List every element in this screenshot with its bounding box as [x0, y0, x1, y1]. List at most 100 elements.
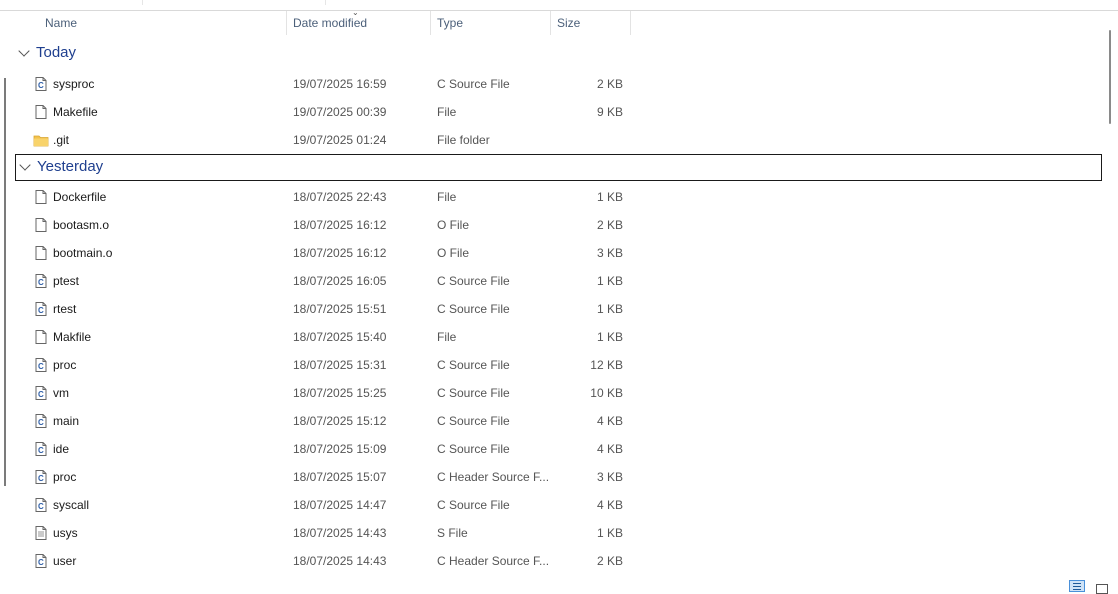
file-type: C Source File: [437, 302, 510, 316]
list-item[interactable]: usys 18/07/2025 14:43 S File 1 KB: [15, 519, 1102, 547]
group-label: Today: [36, 44, 77, 61]
file-date-modified: 18/07/2025 15:25: [293, 386, 387, 400]
file-type: C Header Source F...: [437, 554, 550, 568]
c-file-icon: C: [33, 385, 47, 401]
chevron-down-icon[interactable]: [18, 45, 30, 57]
file-size: 2 KB: [596, 554, 623, 568]
file-date-modified: 18/07/2025 15:40: [293, 330, 387, 344]
c-file-icon: C: [33, 553, 47, 569]
file-name: bootasm.o: [53, 218, 110, 232]
file-date-modified: 18/07/2025 16:12: [293, 218, 387, 232]
list-item[interactable]: Crtest 18/07/2025 15:51 C Source File 1 KB: [15, 295, 1102, 323]
file-type: File: [437, 190, 457, 204]
svg-text:C: C: [38, 278, 44, 287]
file-date-modified: 18/07/2025 14:43: [293, 526, 387, 540]
svg-text:C: C: [38, 306, 44, 315]
list-item[interactable]: .git 19/07/2025 01:24 File folder: [15, 126, 1102, 154]
svg-text:C: C: [38, 390, 44, 399]
file-size: 1 KB: [596, 526, 623, 540]
file-size: 3 KB: [596, 246, 623, 260]
file-date-modified: 19/07/2025 00:39: [293, 105, 387, 119]
large-icons-view-button[interactable]: [1096, 584, 1108, 594]
list-item[interactable]: Makfile 18/07/2025 15:40 File 1 KB: [15, 323, 1102, 351]
c-file-icon: C: [33, 413, 47, 429]
list-item[interactable]: Cide 18/07/2025 15:09 C Source File 4 KB: [15, 435, 1102, 463]
file-name: ide: [53, 442, 70, 456]
file-type: C Source File: [437, 442, 510, 456]
c-file-icon: C: [33, 357, 47, 373]
scrollbar-thumb[interactable]: [1109, 30, 1111, 124]
vertical-scrollbar[interactable]: [1104, 26, 1118, 590]
file-icon: [33, 189, 47, 205]
file-name: Makefile: [53, 105, 98, 119]
file-name: ptest: [53, 274, 80, 288]
sort-descending-icon: ⌄: [352, 8, 359, 17]
svg-text:C: C: [38, 418, 44, 427]
file-name: .git: [53, 133, 70, 147]
column-header-type[interactable]: Type: [431, 11, 551, 35]
svg-text:C: C: [38, 81, 44, 90]
group-label: Yesterday: [37, 158, 104, 175]
file-size: 1 KB: [596, 190, 623, 204]
list-item[interactable]: Makefile 19/07/2025 00:39 File 9 KB: [15, 98, 1102, 126]
list-item[interactable]: Cmain 18/07/2025 15:12 C Source File 4 KB: [15, 407, 1102, 435]
file-type: O File: [437, 218, 470, 232]
c-file-icon: C: [33, 441, 47, 457]
file-date-modified: 18/07/2025 14:43: [293, 554, 387, 568]
file-icon: [33, 217, 47, 233]
c-file-icon: C: [33, 76, 47, 92]
svg-text:C: C: [38, 446, 44, 455]
group-header-yesterday[interactable]: Yesterday: [15, 154, 1102, 181]
list-item[interactable]: bootasm.o 18/07/2025 16:12 O File 2 KB: [15, 211, 1102, 239]
file-name: sysproc: [53, 77, 95, 91]
file-name: usys: [53, 526, 78, 540]
list-item[interactable]: bootmain.o 18/07/2025 16:12 O File 3 KB: [15, 239, 1102, 267]
file-type: File folder: [437, 133, 490, 147]
list-item[interactable]: Cproc 18/07/2025 15:07 C Header Source F..…: [15, 463, 1102, 491]
file-date-modified: 18/07/2025 15:09: [293, 442, 387, 456]
file-size: 4 KB: [596, 442, 623, 456]
file-date-modified: 18/07/2025 16:12: [293, 246, 387, 260]
list-item[interactable]: Dockerfile 18/07/2025 22:43 File 1 KB: [15, 183, 1102, 211]
column-header-row: Name Date modified Type Size ⌄: [0, 8, 1118, 37]
file-name: Dockerfile: [53, 190, 107, 204]
file-name: rtest: [53, 302, 77, 316]
column-header-date-modified[interactable]: Date modified: [287, 11, 431, 35]
file-name: syscall: [53, 498, 90, 512]
file-date-modified: 18/07/2025 16:05: [293, 274, 387, 288]
file-icon: [33, 245, 47, 261]
list-item[interactable]: Cproc 18/07/2025 15:31 C Source File 12 KB: [15, 351, 1102, 379]
file-date-modified: 19/07/2025 01:24: [293, 133, 387, 147]
c-file-icon: C: [33, 301, 47, 317]
file-size: 1 KB: [596, 274, 623, 288]
text-file-icon: [33, 525, 47, 541]
file-size: 1 KB: [596, 330, 623, 344]
file-type: O File: [437, 246, 470, 260]
file-date-modified: 18/07/2025 15:31: [293, 358, 387, 372]
details-view-button[interactable]: [1069, 580, 1085, 592]
c-file-icon: C: [33, 273, 47, 289]
file-size: 2 KB: [596, 77, 623, 91]
c-file-icon: C: [33, 497, 47, 513]
column-header-size[interactable]: Size: [551, 11, 631, 35]
list-item[interactable]: Cptest 18/07/2025 16:05 C Source File 1 KB: [15, 267, 1102, 295]
column-header-name[interactable]: Name: [39, 11, 287, 35]
file-size: 2 KB: [596, 218, 623, 232]
file-list: Today Csysproc 19/07/2025 16:59 C Source Fi…: [0, 40, 1104, 580]
file-date-modified: 18/07/2025 15:12: [293, 414, 387, 428]
list-item[interactable]: Csyscall 18/07/2025 14:47 C Source File 4 K…: [15, 491, 1102, 519]
file-icon: [33, 104, 47, 120]
file-date-modified: 18/07/2025 15:51: [293, 302, 387, 316]
list-item[interactable]: Cvm 18/07/2025 15:25 C Source File 10 KB: [15, 379, 1102, 407]
file-type: C Source File: [437, 414, 510, 428]
file-type: C Source File: [437, 274, 510, 288]
file-type: File: [437, 330, 457, 344]
file-name: Makfile: [53, 330, 92, 344]
file-name: bootmain.o: [53, 246, 113, 260]
file-type: C Source File: [437, 77, 510, 91]
group-header-today[interactable]: Today: [15, 41, 1102, 68]
list-item[interactable]: Cuser 18/07/2025 14:43 C Header Source F..…: [15, 547, 1102, 575]
chevron-down-icon[interactable]: [19, 159, 31, 171]
list-item[interactable]: Csysproc 19/07/2025 16:59 C Source File 2 K…: [15, 70, 1102, 98]
svg-text:C: C: [38, 502, 44, 511]
